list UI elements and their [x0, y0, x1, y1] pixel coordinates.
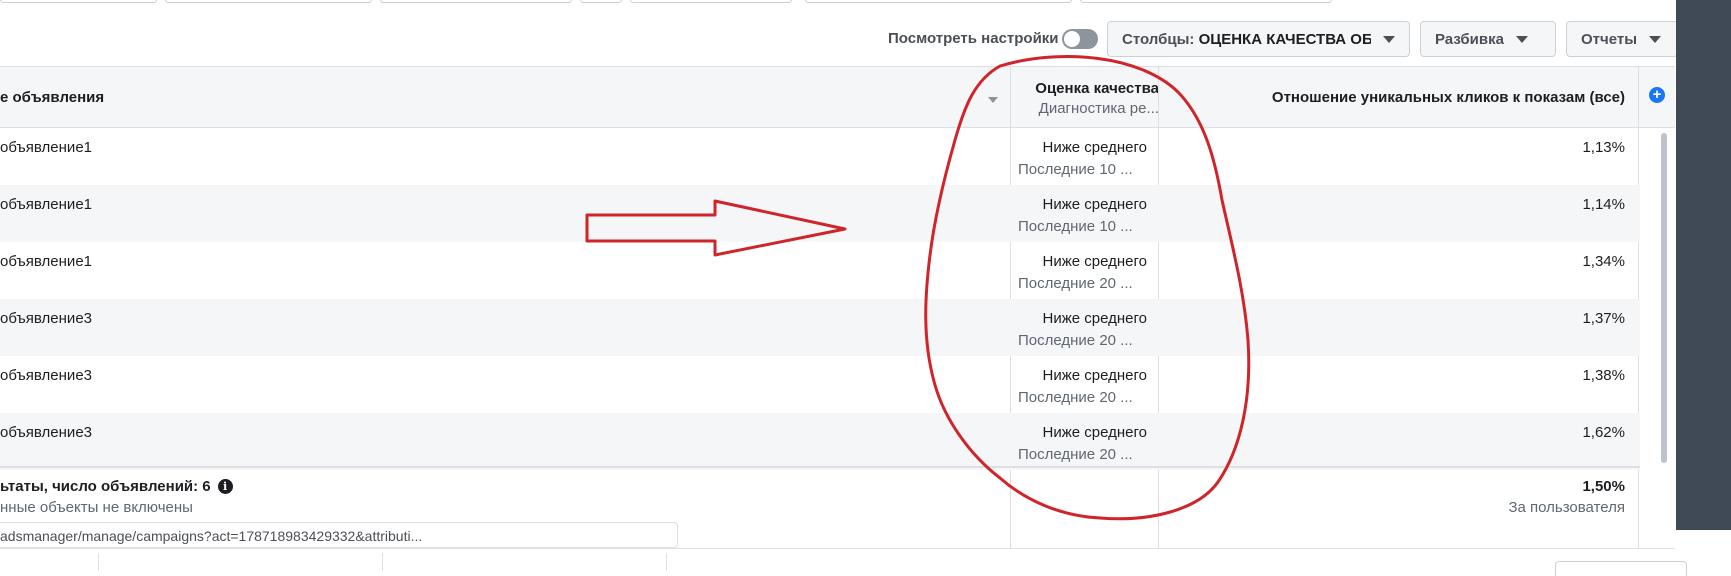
sort-caret-icon[interactable]	[988, 97, 998, 103]
row-quality: Ниже среднего	[1042, 367, 1147, 384]
top-tab[interactable]	[165, 0, 372, 3]
table-row[interactable]: объявление3 Ниже среднего Последние 20 .…	[0, 413, 1640, 470]
table-row[interactable]: объявление1 Ниже среднего Последние 10 .…	[0, 185, 1640, 242]
toolbar: Посмотреть настройки Столбцы: ОЦЕНКА КАЧ…	[0, 20, 1680, 60]
table-row[interactable]: объявление3 Ниже среднего Последние 20 .…	[0, 299, 1640, 356]
summary-ratio-value: 1,50%	[1582, 478, 1625, 495]
column-header-quality[interactable]: Оценка качества Диагностика ре...	[1011, 80, 1159, 117]
table-row[interactable]: объявление1 Ниже среднего Последние 20 .…	[0, 242, 1640, 299]
row-quality-note: Последние 20 ...	[1018, 389, 1133, 406]
row-ad-name[interactable]: объявление1	[0, 139, 92, 156]
row-ratio: 1,37%	[1582, 310, 1625, 327]
table-row[interactable]: объявление1 Ниже среднего Последние 10 .…	[0, 128, 1640, 185]
view-settings-toggle[interactable]	[1062, 29, 1098, 49]
bottom-bar	[0, 548, 1687, 576]
quality-header-title: Оценка качества	[1035, 80, 1159, 97]
quality-header-subtitle: Диагностика ре...	[1038, 100, 1159, 117]
summary-label: ьтаты, число объявлений: 6i	[0, 478, 233, 495]
row-ratio: 1,14%	[1582, 196, 1625, 213]
columns-button[interactable]: Столбцы: ОЦЕНКА КАЧЕСТВА ОБ	[1107, 21, 1410, 57]
row-ad-name[interactable]: объявление1	[0, 196, 92, 213]
chevron-down-icon	[1515, 35, 1528, 43]
chevron-down-icon	[1383, 35, 1395, 43]
row-ratio: 1,38%	[1582, 367, 1625, 384]
row-quality-note: Последние 20 ...	[1018, 275, 1133, 292]
top-tab[interactable]	[380, 0, 572, 3]
top-tab[interactable]	[805, 0, 1072, 3]
view-settings-label: Посмотреть настройки	[888, 30, 1059, 47]
top-tab[interactable]	[1080, 0, 1332, 3]
row-ad-name[interactable]: объявление1	[0, 253, 92, 270]
row-quality: Ниже среднего	[1042, 139, 1147, 156]
row-quality: Ниже среднего	[1042, 310, 1147, 327]
summary-ratio-note: За пользователя	[1508, 499, 1625, 516]
top-tab[interactable]	[580, 0, 622, 3]
row-quality-note: Последние 20 ...	[1018, 332, 1133, 349]
url-tooltip: adsmanager/manage/campaigns?act=17871898…	[0, 522, 678, 548]
columns-button-label: Столбцы: ОЦЕНКА КАЧЕСТВА ОБ	[1122, 30, 1371, 48]
row-ad-name[interactable]: объявление3	[0, 367, 92, 384]
breakdown-button-label: Разбивка	[1435, 30, 1504, 48]
reports-button-label: Отчеты	[1581, 30, 1638, 48]
column-header-ad-name[interactable]: е объявления	[0, 89, 104, 106]
table-scrollbar-thumb[interactable]	[1661, 133, 1667, 463]
breakdown-button[interactable]: Разбивка	[1420, 21, 1556, 57]
table-row[interactable]: объявление3 Ниже среднего Последние 20 .…	[0, 356, 1640, 413]
row-ad-name[interactable]: объявление3	[0, 310, 92, 327]
bottom-button[interactable]	[1555, 561, 1687, 576]
bottom-separator	[98, 553, 99, 571]
bottom-separator	[666, 553, 667, 571]
top-tab-strip	[0, 0, 1680, 3]
chevron-down-icon	[1649, 35, 1662, 43]
top-tab[interactable]	[0, 0, 157, 3]
add-column-plus-icon[interactable]: +	[1649, 87, 1665, 103]
row-ad-name[interactable]: объявление3	[0, 424, 92, 441]
info-icon[interactable]: i	[217, 479, 233, 494]
reports-button[interactable]: Отчеты	[1566, 21, 1678, 57]
row-quality: Ниже среднего	[1042, 253, 1147, 270]
column-header-ratio[interactable]: Отношение уникальных кликов к показам (в…	[1160, 89, 1625, 106]
row-ratio: 1,62%	[1582, 424, 1625, 441]
ads-table: е объявления Оценка качества Диагностика…	[0, 66, 1675, 549]
row-quality-note: Последние 20 ...	[1018, 446, 1133, 463]
summary-note: нные объекты не включены	[0, 499, 193, 516]
row-quality: Ниже среднего	[1042, 196, 1147, 213]
row-quality-note: Последние 10 ...	[1018, 218, 1133, 235]
row-quality: Ниже среднего	[1042, 424, 1147, 441]
row-ratio: 1,34%	[1582, 253, 1625, 270]
table-header: е объявления Оценка качества Диагностика…	[0, 67, 1675, 128]
top-tab[interactable]	[630, 0, 792, 3]
right-side-panel	[1676, 0, 1731, 530]
row-ratio: 1,13%	[1582, 139, 1625, 156]
row-quality-note: Последние 10 ...	[1018, 161, 1133, 178]
bottom-separator	[382, 553, 383, 571]
